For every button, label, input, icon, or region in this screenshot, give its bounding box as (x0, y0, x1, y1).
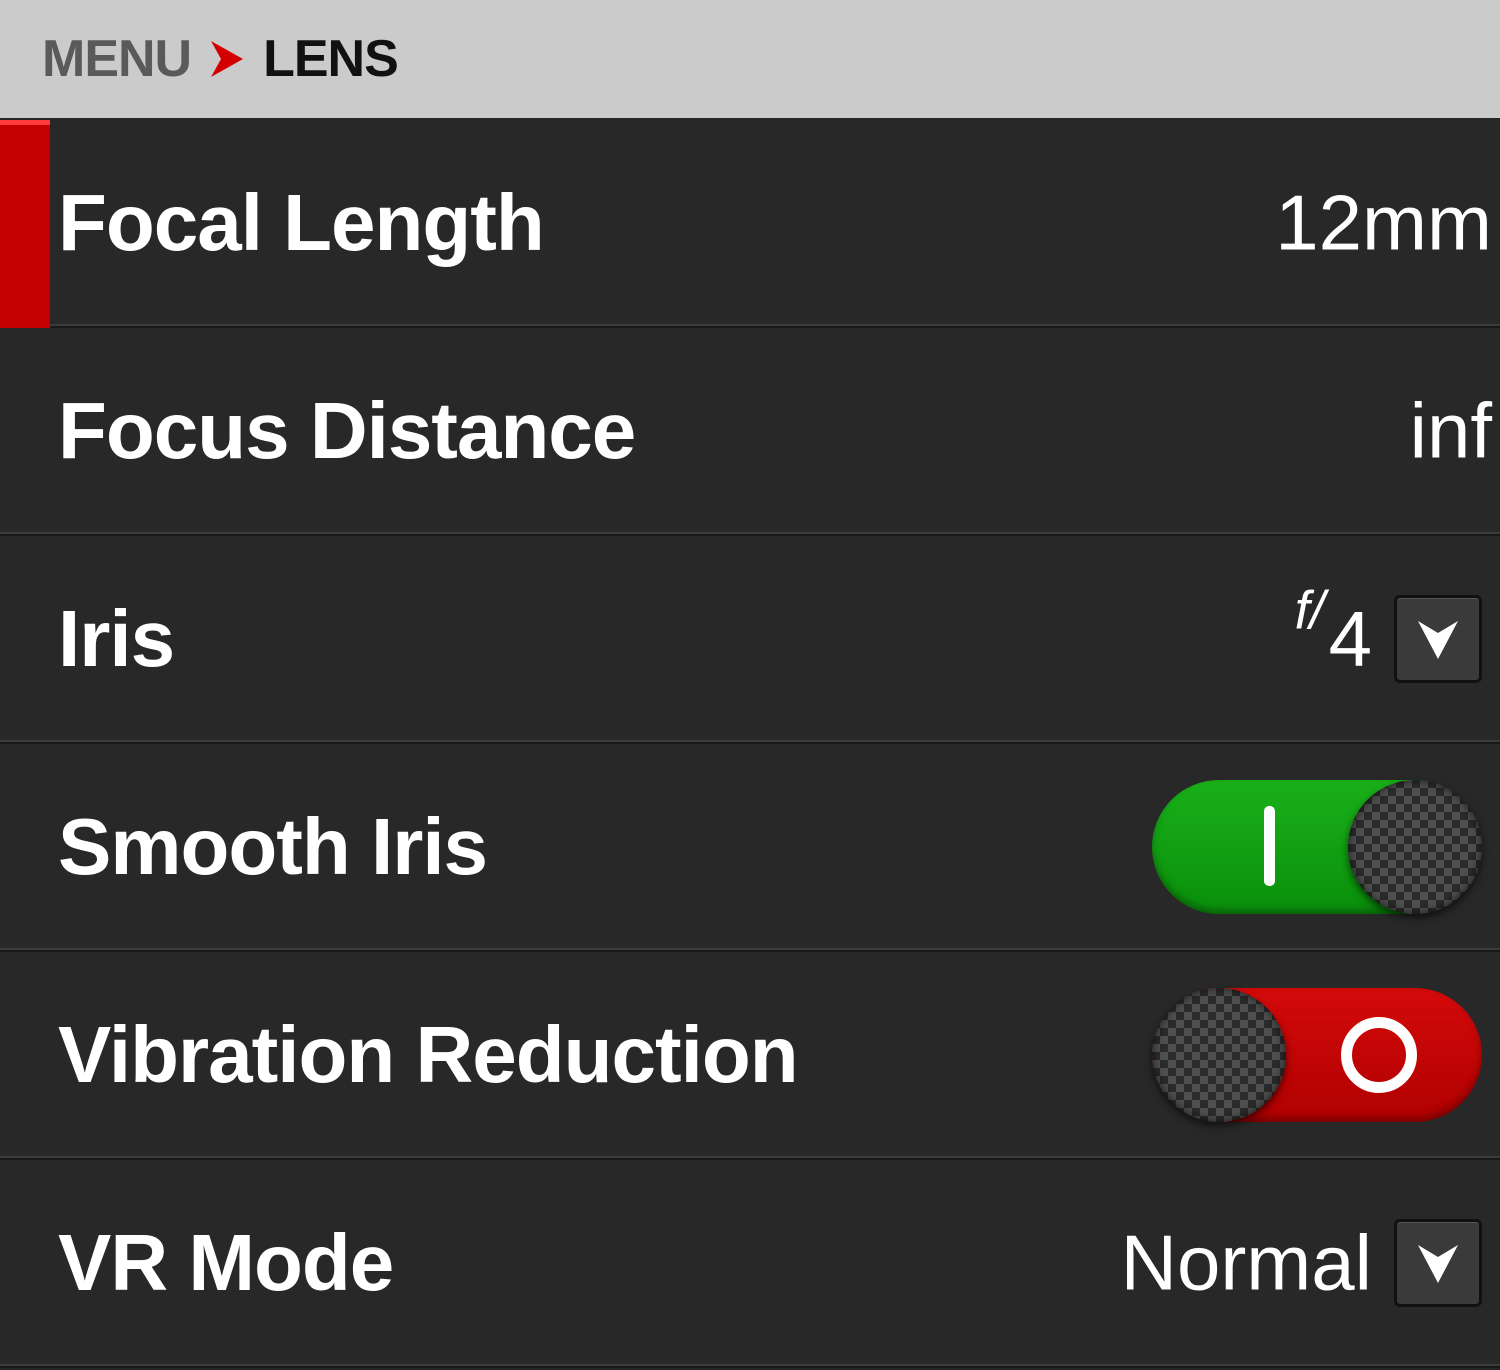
smooth-iris-toggle[interactable] (1152, 780, 1482, 914)
iris-dropdown-button[interactable] (1394, 595, 1482, 683)
toggle-knob[interactable] (1152, 988, 1286, 1122)
breadcrumb-bar: MENU LENS (0, 0, 1500, 118)
f-stop-number: 4 (1328, 594, 1372, 683)
row-focus-distance[interactable]: Focus Distance inf (0, 328, 1500, 536)
chevron-down-icon (1418, 621, 1458, 659)
row-iris[interactable]: Iris f/ 4 (0, 536, 1500, 744)
vibration-reduction-label: Vibration Reduction (58, 1010, 799, 1099)
chevron-right-icon (211, 41, 244, 77)
focus-distance-value: inf (1409, 386, 1492, 475)
iris-value: f/ 4 (1295, 581, 1372, 685)
focus-distance-label: Focus Distance (58, 386, 636, 475)
lens-menu-list: Focal Length 12mm Focus Distance inf Iri… (0, 120, 1500, 1368)
breadcrumb-lens: LENS (263, 30, 399, 88)
toggle-on-icon (1264, 806, 1275, 886)
vr-mode-dropdown-button[interactable] (1394, 1219, 1482, 1307)
vibration-reduction-toggle[interactable] (1152, 988, 1482, 1122)
row-vibration-reduction[interactable]: Vibration Reduction (0, 952, 1500, 1160)
smooth-iris-label: Smooth Iris (58, 802, 488, 891)
breadcrumb-menu[interactable]: MENU (42, 29, 192, 89)
focal-length-label: Focal Length (58, 178, 545, 267)
vr-mode-value: Normal (1120, 1218, 1372, 1307)
focal-length-value: 12mm (1275, 178, 1492, 267)
chevron-down-icon (1418, 1245, 1458, 1283)
vr-mode-label: VR Mode (58, 1218, 394, 1307)
row-focal-length[interactable]: Focal Length 12mm (0, 120, 1500, 328)
toggle-off-icon (1341, 1017, 1417, 1093)
row-vr-mode[interactable]: VR Mode Normal (0, 1160, 1500, 1368)
f-stop-prefix: f/ (1294, 580, 1325, 641)
iris-label: Iris (58, 594, 175, 683)
toggle-knob[interactable] (1348, 780, 1482, 914)
row-smooth-iris[interactable]: Smooth Iris (0, 744, 1500, 952)
